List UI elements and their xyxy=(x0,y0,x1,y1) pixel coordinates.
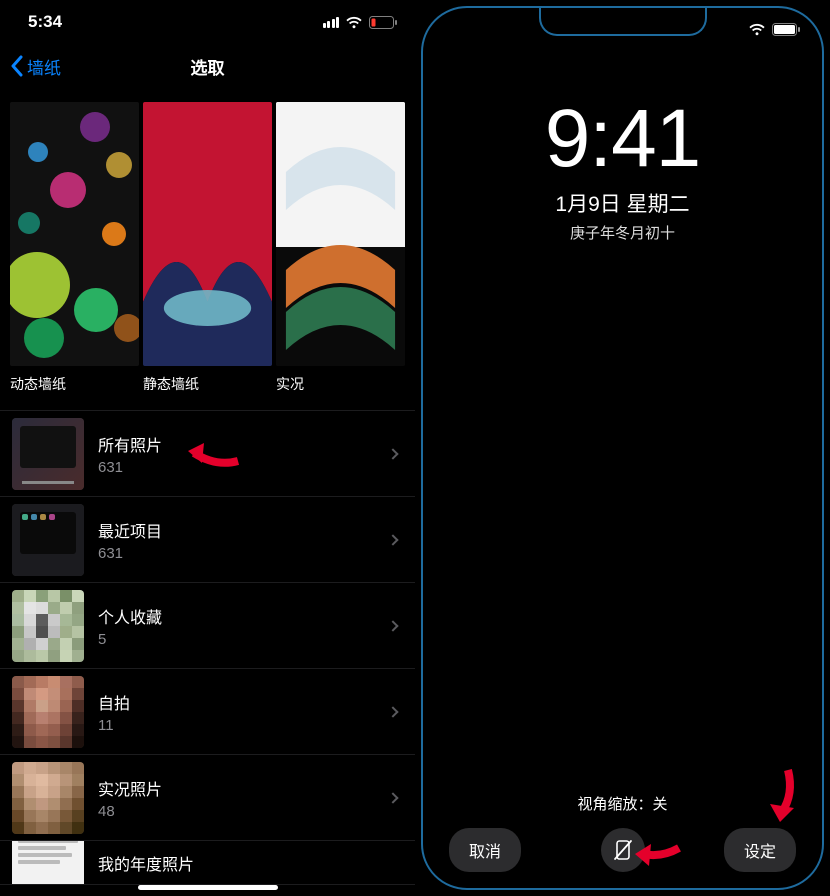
back-label: 墙纸 xyxy=(27,54,61,79)
album-count: 11 xyxy=(98,717,389,734)
album-all-photos[interactable]: 所有照片 631 xyxy=(0,411,415,497)
wifi-icon xyxy=(748,23,766,40)
wallpaper-categories: 动态墙纸 静态墙纸 实况 xyxy=(0,88,415,398)
dynamic-thumb xyxy=(10,102,139,366)
album-title: 我的年度照片 xyxy=(98,851,403,875)
wallpaper-cat-label: 静态墙纸 xyxy=(143,374,272,394)
lock-lunar-date: 庚子年冬月初十 xyxy=(570,222,675,243)
preview-controls: 视角缩放：关 取消 设定 xyxy=(423,793,822,872)
album-title: 自拍 xyxy=(98,690,389,714)
album-list: 所有照片 631 最近项目 631 xyxy=(0,410,415,885)
chevron-right-icon xyxy=(387,448,398,459)
wallpaper-cat-dynamic[interactable]: 动态墙纸 xyxy=(10,102,139,394)
cancel-button[interactable]: 取消 xyxy=(449,828,521,872)
nav-bar: 墙纸 选取 xyxy=(0,44,415,88)
status-indicators xyxy=(748,23,800,40)
back-button[interactable]: 墙纸 xyxy=(10,54,61,79)
wallpaper-preview-screen: 9:41 1月9日 星期二 庚子年冬月初十 视角缩放：关 取消 设定 xyxy=(415,0,830,896)
live-thumb xyxy=(276,102,405,366)
album-selfies[interactable]: 自拍 11 xyxy=(0,669,415,755)
static-thumb xyxy=(143,102,272,366)
wallpaper-choose-screen: 5:34 墙纸 选取 xyxy=(0,0,415,896)
wifi-icon xyxy=(345,16,363,29)
perspective-off-icon xyxy=(612,839,634,861)
cellular-icon xyxy=(323,17,340,28)
chevron-right-icon xyxy=(387,534,398,545)
album-count: 631 xyxy=(98,459,389,476)
status-time: 5:34 xyxy=(28,12,62,32)
perspective-zoom-label: 视角缩放：关 xyxy=(577,793,667,814)
preview-button-row: 取消 设定 xyxy=(423,828,822,872)
notch xyxy=(539,8,707,36)
lock-screen-info: 9:41 1月9日 星期二 庚子年冬月初十 xyxy=(423,98,822,243)
wallpaper-cat-label: 动态墙纸 xyxy=(10,374,139,394)
status-bar: 5:34 xyxy=(0,0,415,44)
album-thumb xyxy=(12,590,84,662)
album-count: 48 xyxy=(98,803,389,820)
album-title: 所有照片 xyxy=(98,432,389,456)
album-title: 实况照片 xyxy=(98,776,389,800)
chevron-right-icon xyxy=(387,620,398,631)
lock-date: 1月9日 星期二 xyxy=(555,188,689,218)
wallpaper-cat-live[interactable]: 实况 xyxy=(276,102,405,394)
device-frame: 9:41 1月9日 星期二 庚子年冬月初十 视角缩放：关 取消 设定 xyxy=(421,6,824,890)
album-title: 最近项目 xyxy=(98,518,389,542)
album-partial[interactable]: 我的年度照片 xyxy=(0,841,415,885)
battery-icon xyxy=(772,23,800,40)
home-indicator[interactable] xyxy=(138,885,278,890)
album-count: 631 xyxy=(98,545,389,562)
album-title: 个人收藏 xyxy=(98,604,389,628)
album-recents[interactable]: 最近项目 631 xyxy=(0,497,415,583)
lock-time: 9:41 xyxy=(545,98,701,180)
chevron-left-icon xyxy=(10,55,23,77)
wallpaper-cat-label: 实况 xyxy=(276,374,405,394)
set-button[interactable]: 设定 xyxy=(724,828,796,872)
album-thumb xyxy=(12,841,84,885)
album-thumb xyxy=(12,418,84,490)
album-live-photos[interactable]: 实况照片 48 xyxy=(0,755,415,841)
battery-low-icon xyxy=(369,16,397,29)
chevron-right-icon xyxy=(387,706,398,717)
album-favorites[interactable]: 个人收藏 5 xyxy=(0,583,415,669)
album-thumb xyxy=(12,762,84,834)
status-indicators xyxy=(323,16,398,29)
page-title: 选取 xyxy=(0,54,415,79)
album-thumb xyxy=(12,676,84,748)
album-thumb xyxy=(12,504,84,576)
album-count: 5 xyxy=(98,631,389,648)
wallpaper-cat-static[interactable]: 静态墙纸 xyxy=(143,102,272,394)
chevron-right-icon xyxy=(387,792,398,803)
perspective-toggle-button[interactable] xyxy=(601,828,645,872)
